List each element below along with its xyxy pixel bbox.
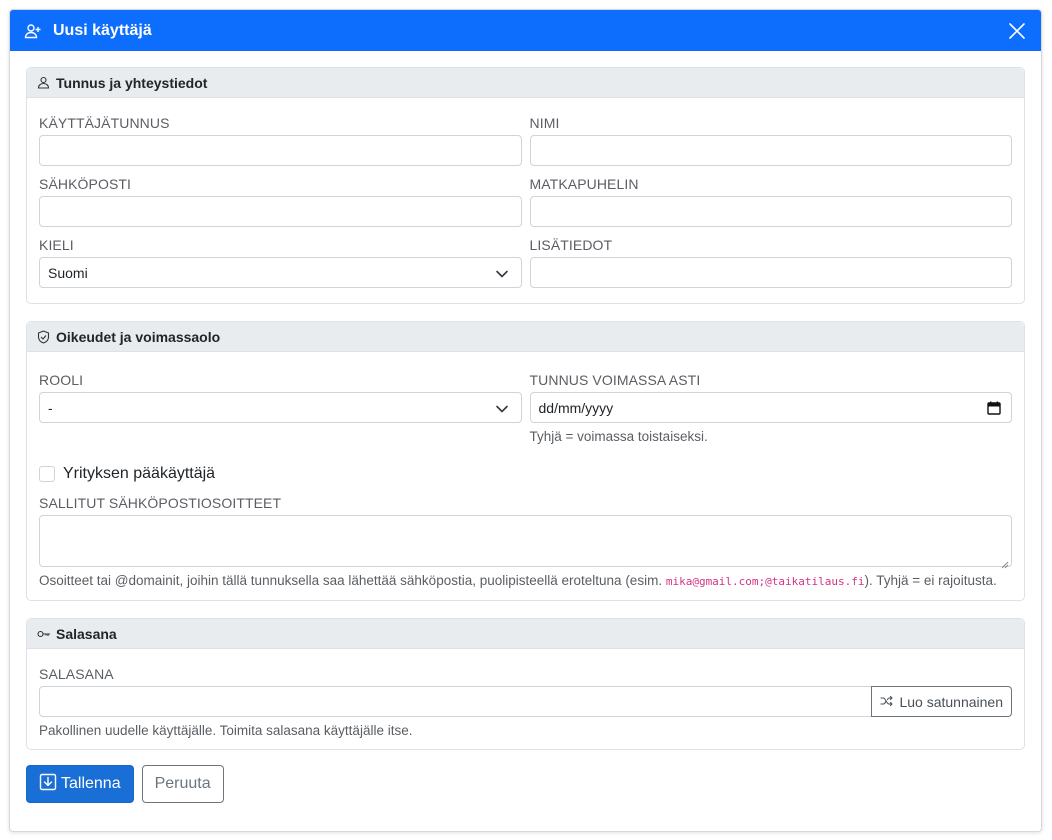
company-admin-label[interactable]: Yrityksen pääkäyttäjä bbox=[63, 465, 215, 483]
name-label: NIMI bbox=[529, 115, 560, 131]
save-button[interactable]: Tallenna bbox=[26, 765, 134, 803]
password-section-title: Salasana bbox=[56, 625, 117, 642]
rights-section-header: Oikeudet ja voimassaolo bbox=[27, 322, 1024, 352]
dialog-title: Uusi käyttäjä bbox=[53, 21, 152, 39]
dialog-titlebar: Uusi käyttäjä bbox=[10, 10, 1041, 51]
mobile-input[interactable] bbox=[529, 196, 1012, 227]
allowed-emails-help-before: Osoitteet tai @domainit, joihin tällä tu… bbox=[39, 573, 666, 588]
language-select[interactable]: Suomi bbox=[39, 257, 522, 288]
allowed-emails-help-after: ). Tyhjä = ei rajoitusta. bbox=[864, 573, 997, 588]
generate-password-button[interactable]: Luo satunnainen bbox=[871, 686, 1012, 717]
allowed-emails-textarea[interactable] bbox=[39, 515, 1012, 569]
calendar-icon[interactable] bbox=[987, 401, 1001, 415]
password-input[interactable] bbox=[39, 686, 873, 717]
key-icon bbox=[37, 627, 51, 641]
valid-until-label: TUNNUS VOIMASSA ASTI bbox=[529, 372, 701, 388]
identity-section-title: Tunnus ja yhteystiedot bbox=[56, 74, 208, 91]
password-label: SALASANA bbox=[39, 666, 114, 682]
allowed-emails-example: mika@gmail.com;@taikatilaus.fi bbox=[665, 575, 865, 588]
resize-grip-icon[interactable] bbox=[1001, 556, 1009, 569]
save-label: Tallenna bbox=[61, 775, 121, 792]
role-label: ROOLI bbox=[39, 372, 84, 388]
language-select-value: Suomi bbox=[48, 264, 88, 281]
chevron-down-icon bbox=[495, 402, 509, 414]
generate-password-label: Luo satunnainen bbox=[899, 693, 1003, 710]
username-input[interactable] bbox=[39, 135, 522, 166]
new-user-dialog: Uusi käyttäjä Tunnus ja yhteystiedot KÄY… bbox=[9, 9, 1042, 832]
email-label: SÄHKÖPOSTI bbox=[39, 176, 132, 192]
language-label: KIELI bbox=[39, 237, 74, 253]
name-input[interactable] bbox=[529, 135, 1012, 166]
valid-until-help: Tyhjä = voimassa toistaiseksi. bbox=[529, 429, 708, 444]
mobile-label: MATKAPUHELIN bbox=[529, 176, 639, 192]
rights-section-title: Oikeudet ja voimassaolo bbox=[56, 328, 221, 345]
email-input[interactable] bbox=[39, 196, 522, 227]
valid-until-date-input[interactable]: dd/mm/yyyy bbox=[529, 392, 1012, 423]
identity-section-header: Tunnus ja yhteystiedot bbox=[27, 68, 1024, 98]
allowed-emails-label: SALLITUT SÄHKÖPOSTIOSOITTEET bbox=[39, 495, 282, 511]
close-icon[interactable] bbox=[1007, 21, 1027, 41]
allowed-emails-help: Osoitteet tai @domainit, joihin tällä tu… bbox=[39, 571, 1012, 592]
shuffle-icon bbox=[880, 694, 894, 710]
role-select-value: - bbox=[48, 399, 53, 416]
password-section-header: Salasana bbox=[27, 619, 1024, 649]
password-section: Salasana SALASANA Luo satunnainen Pakoll… bbox=[26, 618, 1025, 750]
person-icon bbox=[37, 76, 51, 90]
identity-section: Tunnus ja yhteystiedot KÄYTTÄJÄTUNNUS NI… bbox=[26, 67, 1025, 304]
info-label: LISÄTIEDOT bbox=[529, 237, 613, 253]
username-label: KÄYTTÄJÄTUNNUS bbox=[39, 115, 170, 131]
password-help: Pakollinen uudelle käyttäjälle. Toimita … bbox=[39, 723, 413, 738]
dialog-footer: Tallenna Peruuta bbox=[26, 765, 1025, 803]
identity-section-body: KÄYTTÄJÄTUNNUS NIMI SÄHKÖPOSTI MATKAPUHE… bbox=[27, 98, 1024, 303]
chevron-down-icon bbox=[495, 267, 509, 279]
cancel-button[interactable]: Peruuta bbox=[141, 765, 224, 803]
password-section-body: SALASANA Luo satunnainen Pakollinen uude… bbox=[27, 649, 1024, 749]
valid-until-placeholder: dd/mm/yyyy bbox=[538, 399, 614, 416]
rights-section: Oikeudet ja voimassaolo ROOLI - TUNNUS V… bbox=[26, 321, 1025, 601]
shield-check-icon bbox=[37, 329, 51, 344]
cancel-label: Peruuta bbox=[154, 775, 211, 792]
person-plus-icon bbox=[24, 21, 44, 41]
role-select[interactable]: - bbox=[39, 392, 522, 423]
company-admin-checkbox[interactable] bbox=[39, 466, 55, 482]
dialog-body: Tunnus ja yhteystiedot KÄYTTÄJÄTUNNUS NI… bbox=[10, 51, 1041, 803]
rights-section-body: ROOLI - TUNNUS VOIMASSA ASTI dd/mm/yyyy bbox=[27, 352, 1024, 600]
info-input[interactable] bbox=[529, 257, 1012, 288]
company-admin-row[interactable]: Yrityksen pääkäyttäjä bbox=[39, 462, 1012, 486]
save-download-icon bbox=[39, 773, 57, 796]
